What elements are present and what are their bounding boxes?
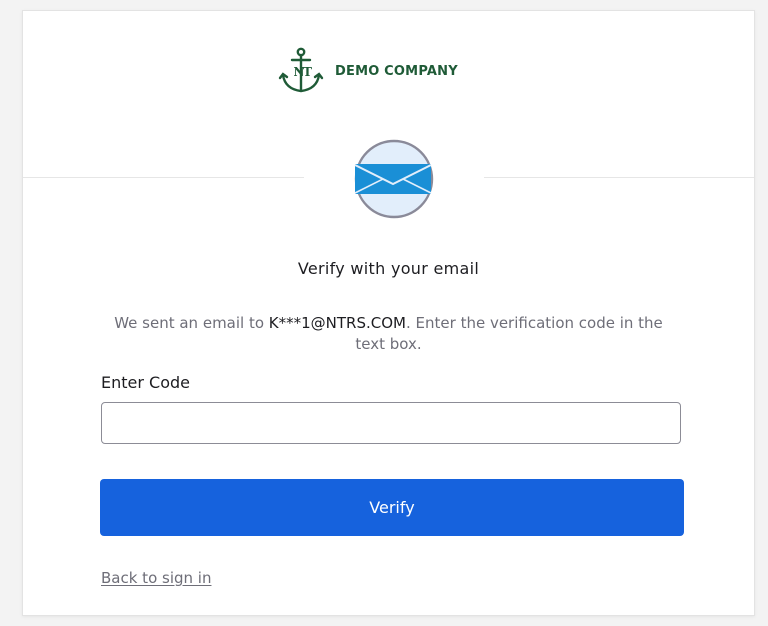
- masked-email: K***1@NTRS.COM: [268, 314, 406, 332]
- verification-code-input[interactable]: [101, 402, 681, 444]
- instruction-prefix: We sent an email to: [114, 314, 269, 332]
- svg-text:T: T: [303, 65, 312, 79]
- verify-card: N T DEMO COMPANY Verify with your email …: [22, 10, 755, 616]
- brand-logo: N T DEMO COMPANY: [275, 45, 458, 97]
- back-to-sign-in-link[interactable]: Back to sign in: [101, 569, 211, 587]
- anchor-logo-icon: N T: [278, 47, 324, 93]
- enter-code-label: Enter Code: [101, 373, 190, 392]
- page-background: N T DEMO COMPANY Verify with your email …: [0, 0, 768, 626]
- email-envelope-icon: [354, 164, 432, 194]
- page-title: Verify with your email: [297, 259, 480, 278]
- brand-name: DEMO COMPANY: [335, 63, 458, 79]
- instruction-text: We sent an email to K***1@NTRS.COM. Ente…: [103, 313, 674, 355]
- verify-button[interactable]: Verify: [100, 479, 684, 536]
